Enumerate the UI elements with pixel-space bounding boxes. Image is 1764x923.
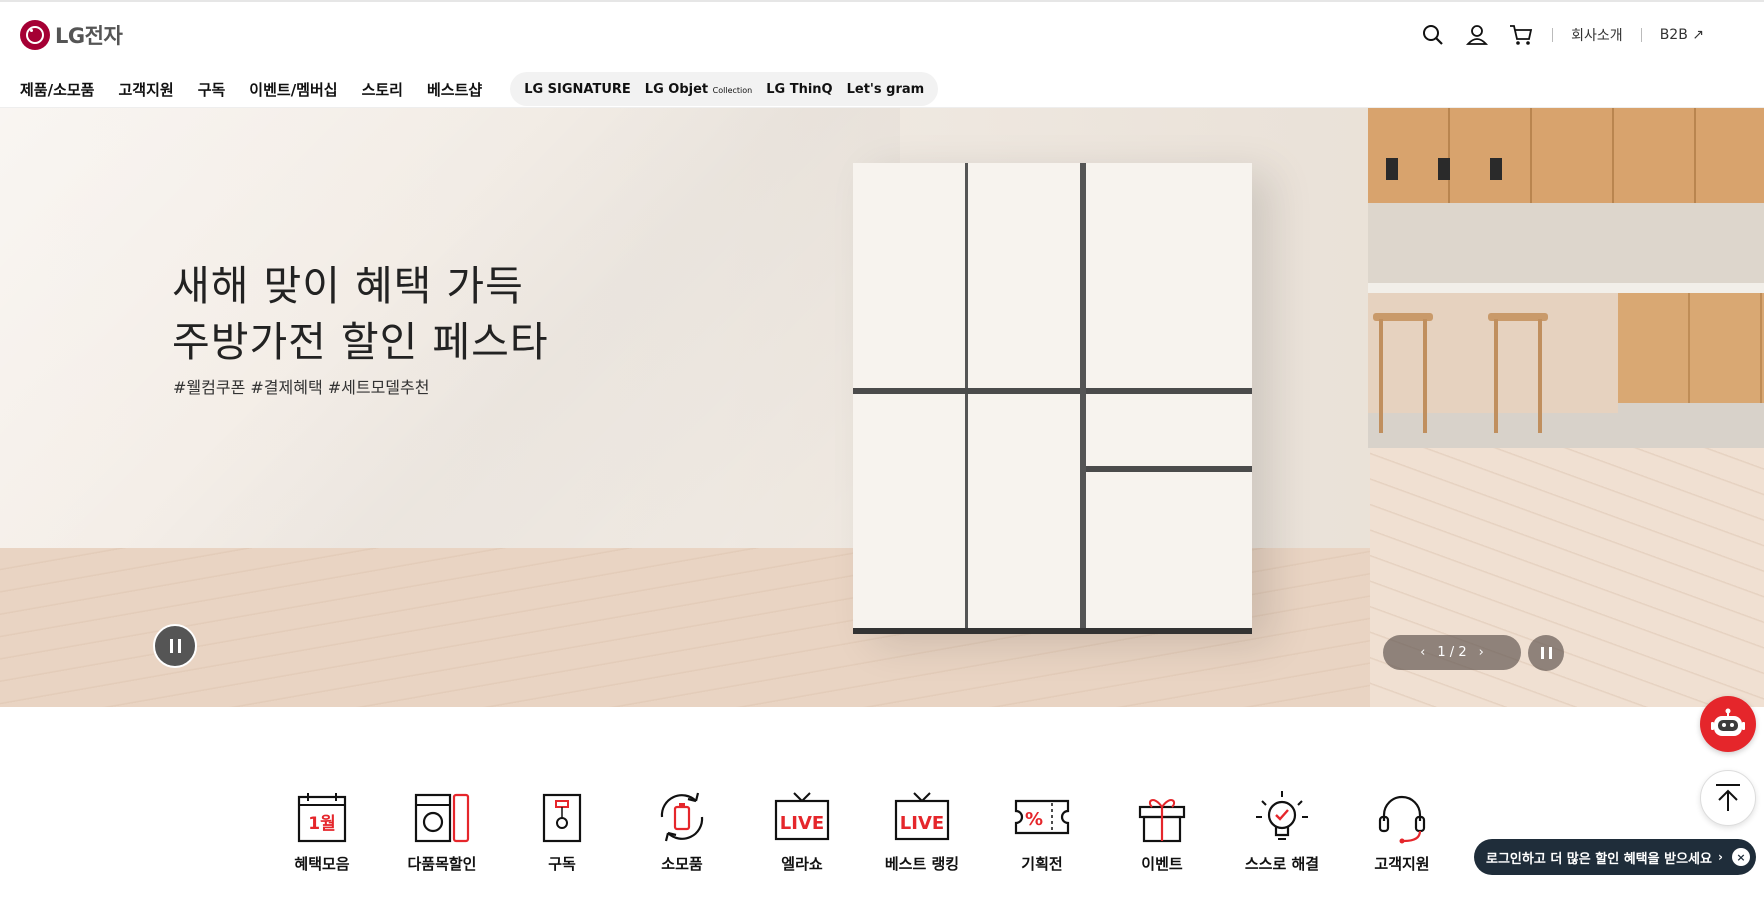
kitchen-background-image — [1368, 108, 1764, 448]
cart-icon[interactable] — [1508, 22, 1534, 48]
nav-item-products[interactable]: 제품/소모품 — [20, 79, 94, 100]
main-nav: 제품/소모품 고객지원 구독 이벤트/멤버십 스토리 베스트샵 LG SIGNA… — [20, 72, 939, 106]
chevron-right-icon: › — [1717, 850, 1723, 864]
login-promo-text: 로그인하고 더 많은 할인 혜택을 받으세요 — [1486, 851, 1712, 867]
quick-item-self-solve[interactable]: 스스로 해결 — [1222, 785, 1342, 874]
calendar-icon: 1월 — [290, 785, 354, 849]
hero-pager: ‹ 1 / 2 › — [1383, 635, 1521, 670]
lg-logo-mark-icon — [20, 20, 50, 50]
gift-icon — [1130, 785, 1194, 849]
headset-icon — [1370, 785, 1434, 849]
slider-pause-button[interactable] — [1528, 635, 1564, 671]
quick-item-best-ranking[interactable]: LIVE 베스트 랭킹 — [862, 785, 982, 874]
quick-item-multi-discount[interactable]: 다품목할인 — [382, 785, 502, 874]
close-icon[interactable]: × — [1732, 848, 1750, 866]
quick-item-customer-support[interactable]: 고객지원 — [1342, 785, 1462, 874]
prev-slide-button[interactable]: ‹ — [1420, 645, 1425, 660]
quick-menu: 1월 혜택모음 다품목할인 구독 소모품 LIVE 엘라쇼 LIVE 베스트 랭… — [262, 785, 1462, 885]
scroll-to-top-button[interactable] — [1700, 770, 1756, 826]
nav-item-subscription[interactable]: 구독 — [198, 79, 226, 100]
brand-links: LG SIGNATURE LG Objet Collection LG Thin… — [510, 72, 939, 106]
quick-item-label: 소모품 — [661, 855, 703, 873]
svg-text:1월: 1월 — [308, 814, 335, 834]
pause-icon — [1540, 647, 1552, 659]
appliances-icon — [410, 785, 474, 849]
brand-lg-signature[interactable]: LG SIGNATURE — [524, 82, 631, 97]
quick-item-label: 이벤트 — [1141, 855, 1183, 873]
company-link[interactable]: 회사소개 — [1571, 25, 1623, 45]
arrow-up-icon — [1716, 784, 1740, 811]
divider — [1640, 28, 1642, 42]
next-slide-button[interactable]: › — [1479, 645, 1484, 660]
lightbulb-icon — [1250, 785, 1314, 849]
lg-logo[interactable]: LG전자 — [20, 20, 123, 50]
robot-icon — [1711, 708, 1745, 736]
brand-lg-objet[interactable]: LG Objet Collection — [645, 82, 752, 97]
quick-item-subscription[interactable]: 구독 — [502, 785, 622, 874]
subscription-box-icon — [530, 785, 594, 849]
quick-item-label: 엘라쇼 — [781, 855, 823, 873]
hero-tags: #웰컴쿠폰 #결제혜택 #세트모델추천 — [173, 378, 430, 397]
logo-text: LG전자 — [55, 24, 123, 48]
hero-title-line2: 주방가전 할인 페스타 — [172, 318, 549, 366]
svg-text:LIVE: LIVE — [780, 813, 824, 834]
quick-item-event[interactable]: 이벤트 — [1102, 785, 1222, 874]
quick-item-label: 구독 — [548, 855, 576, 873]
b2b-link[interactable]: B2B ↗ — [1660, 27, 1704, 43]
hero-title: 새해 맞이 혜택 가득 주방가전 할인 페스타 — [172, 258, 549, 370]
slide-counter: 1 / 2 — [1437, 645, 1467, 660]
quick-item-label: 고객지원 — [1374, 855, 1430, 873]
brand-lets-gram[interactable]: Let's gram — [847, 82, 925, 97]
login-promo-banner[interactable]: 로그인하고 더 많은 할인 혜택을 받으세요 › × — [1474, 839, 1756, 875]
coupon-icon: % — [1010, 785, 1074, 849]
refresh-battery-icon — [650, 785, 714, 849]
site-header: LG전자 회사소개 B2B ↗ 제품/소모품 고객지원 구독 이벤트/멤버십 스… — [0, 0, 1764, 108]
quick-item-ella-show[interactable]: LIVE 엘라쇼 — [742, 785, 862, 874]
hero-pause-button[interactable] — [153, 624, 197, 668]
quick-item-label: 혜택모음 — [294, 855, 350, 873]
nav-item-support[interactable]: 고객지원 — [118, 79, 173, 100]
quick-item-label: 베스트 랭킹 — [884, 855, 960, 873]
quick-item-label: 다품목할인 — [407, 855, 477, 873]
hero-banner[interactable]: 새해 맞이 혜택 가득 주방가전 할인 페스타 #웰컴쿠폰 #결제혜택 #세트모… — [0, 108, 1764, 707]
live-tv-icon: LIVE — [770, 785, 834, 849]
nav-item-bestshop[interactable]: 베스트샵 — [427, 79, 482, 100]
nav-item-events[interactable]: 이벤트/멤버십 — [249, 79, 337, 100]
quick-item-label: 스스로 해결 — [1244, 855, 1320, 873]
user-icon[interactable] — [1464, 22, 1490, 48]
chatbot-button[interactable] — [1700, 696, 1756, 752]
quick-item-benefits[interactable]: 1월 혜택모음 — [262, 785, 382, 874]
divider — [1552, 28, 1554, 42]
refrigerator-image — [853, 163, 1252, 634]
svg-text:%: % — [1025, 809, 1043, 830]
svg-text:LIVE: LIVE — [900, 813, 944, 834]
hero-title-line1: 새해 맞이 혜택 가득 — [172, 262, 524, 310]
brand-lg-thinq[interactable]: LG ThinQ — [766, 82, 832, 97]
pause-icon — [169, 639, 181, 653]
quick-item-exhibition[interactable]: % 기획전 — [982, 785, 1102, 874]
quick-item-label: 기획전 — [1021, 855, 1063, 873]
quick-item-consumables[interactable]: 소모품 — [622, 785, 742, 874]
nav-item-story[interactable]: 스토리 — [362, 79, 403, 100]
search-icon[interactable] — [1420, 22, 1446, 48]
live-tv-icon: LIVE — [890, 785, 954, 849]
utility-menu: 회사소개 B2B ↗ — [1420, 22, 1704, 48]
